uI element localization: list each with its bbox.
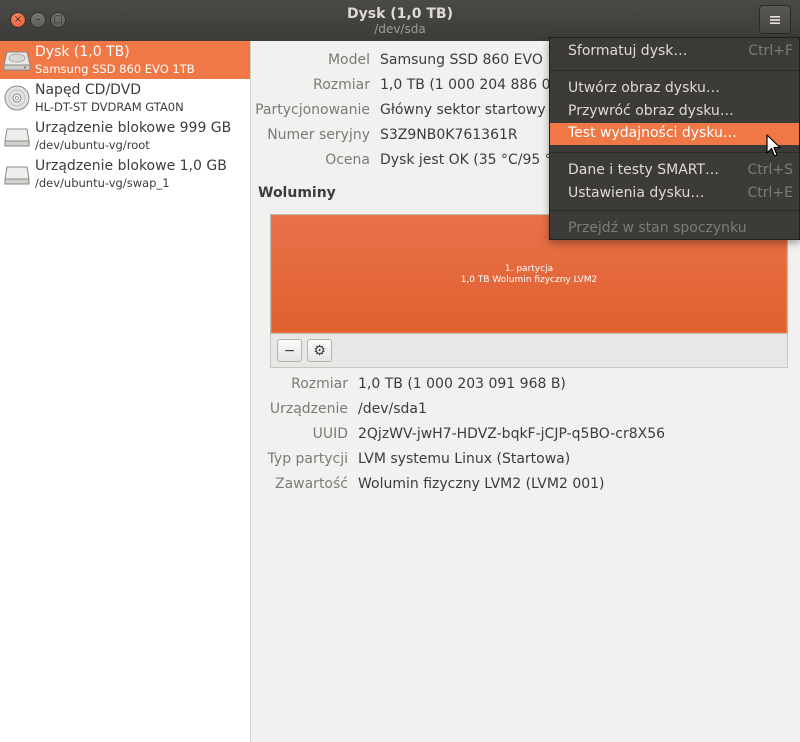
assessment-value: Dysk jest OK (35 °C/95 °F): [380, 152, 566, 168]
block-device-icon: [4, 128, 30, 147]
drive-list: Dysk (1,0 TB) Samsung SSD 860 EVO 1TB Na…: [0, 41, 251, 742]
device-label: Urządzenie: [269, 401, 348, 417]
menu-item-drive-settings[interactable]: Ustawienia dysku… Ctrl+E: [550, 183, 799, 205]
window-title: Dysk (1,0 TB): [347, 6, 453, 22]
assessment-label: Ocena: [325, 152, 370, 168]
partition-type-value: LVM systemu Linux (Startowa): [358, 451, 571, 467]
menu-item-label: Ustawienia dysku…: [568, 185, 705, 201]
drive-item-disk[interactable]: Dysk (1,0 TB) Samsung SSD 860 EVO 1TB: [0, 41, 250, 79]
menu-item-shortcut: Ctrl+E: [747, 185, 794, 201]
drive-description: /dev/ubuntu-vg/swap_1: [35, 176, 170, 190]
drive-item-block-swap[interactable]: Urządzenie blokowe 1,0 GB /dev/ubuntu-vg…: [0, 155, 250, 193]
menu-item-smart[interactable]: Dane i testy SMART… Ctrl+S: [550, 160, 799, 182]
uuid-label: UUID: [312, 426, 348, 442]
menu-item-label: Sformatuj dysk…: [568, 43, 688, 59]
menu-item-standby: Przejdź w stan spoczynku: [550, 218, 799, 240]
partition-size-label: Rozmiar: [291, 376, 348, 392]
menu-item-shortcut: Ctrl+F: [748, 43, 793, 59]
menu-item-label: Przejdź w stan spoczynku: [568, 220, 747, 236]
hamburger-menu-icon: [770, 15, 780, 24]
block-device-icon: [4, 166, 30, 185]
menu-item-label: Test wydajności dysku…: [568, 125, 737, 141]
partition-settings-button[interactable]: ⚙: [307, 339, 332, 362]
drive-description: Samsung SSD 860 EVO 1TB: [35, 62, 195, 76]
serial-label: Numer seryjny: [267, 127, 370, 143]
menu-separator: [550, 210, 799, 211]
device-value: /dev/sda1: [358, 401, 427, 417]
drive-description: HL-DT-ST DVDRAM GTA0N: [35, 100, 184, 114]
menu-item-benchmark[interactable]: Test wydajności dysku…: [550, 123, 799, 145]
gears-icon: ⚙: [313, 342, 326, 359]
drive-description: /dev/ubuntu-vg/root: [35, 138, 150, 152]
drive-item-block-root[interactable]: Urządzenie blokowe 999 GB /dev/ubuntu-vg…: [0, 117, 250, 155]
menu-item-shortcut: Ctrl+S: [747, 162, 793, 178]
drive-name: Napęd CD/DVD: [35, 82, 142, 98]
uuid-value: 2QjzWV-jwH7-HDVZ-bqkF-jCJP-q5BO-cr8X56: [358, 426, 666, 442]
menu-item-label: Utwórz obraz dysku…: [568, 80, 720, 96]
size-label: Rozmiar: [313, 77, 370, 93]
menu-item-label: Przywróć obraz dysku…: [568, 103, 734, 119]
menu-item-label: Dane i testy SMART…: [568, 162, 720, 178]
volumes-heading: Woluminy: [258, 185, 336, 201]
app-menu-button[interactable]: [759, 5, 791, 34]
partitioning-value: Główny sektor startowy: [380, 102, 546, 118]
minus-icon: −: [283, 342, 296, 359]
title-bar: × – □ Dysk (1,0 TB) /dev/sda: [0, 0, 800, 41]
contents-value: Wolumin fizyczny LVM2 (LVM2 001): [358, 476, 605, 492]
drive-name: Urządzenie blokowe 999 GB: [35, 120, 232, 136]
optical-disc-icon: [4, 85, 30, 111]
drive-item-cd-dvd[interactable]: Napęd CD/DVD HL-DT-ST DVDRAM GTA0N: [0, 79, 250, 117]
remove-partition-button[interactable]: −: [277, 339, 302, 362]
serial-value: S3Z9NB0K761361R: [380, 127, 518, 143]
menu-item-restore-image[interactable]: Przywróć obraz dysku…: [550, 101, 799, 123]
disk-menu: Sformatuj dysk… Ctrl+F Utwórz obraz dysk…: [549, 37, 800, 240]
hard-disk-icon: [3, 51, 31, 71]
menu-item-create-image[interactable]: Utwórz obraz dysku…: [550, 78, 799, 100]
partition-title: 1. partycja: [504, 264, 554, 274]
volume-toolbar: − ⚙: [270, 334, 788, 368]
mouse-pointer-icon: [766, 134, 781, 157]
window-subtitle: /dev/sda: [374, 22, 426, 36]
partitioning-label: Partycjonowanie: [255, 102, 370, 118]
contents-label: Zawartość: [274, 476, 348, 492]
menu-separator: [550, 152, 799, 153]
drive-name: Dysk (1,0 TB): [35, 44, 130, 60]
model-value: Samsung SSD 860 EVO 1TB: [380, 52, 575, 68]
partition-type-label: Typ partycji: [267, 451, 348, 467]
model-label: Model: [327, 52, 370, 68]
drive-name: Urządzenie blokowe 1,0 GB: [35, 158, 227, 174]
partition-size-value: 1,0 TB (1 000 203 091 968 B): [358, 376, 566, 392]
menu-item-format-disk[interactable]: Sformatuj dysk… Ctrl+F: [550, 41, 799, 63]
partition-description: 1,0 TB Wolumin fizyczny LVM2: [460, 275, 598, 285]
menu-separator: [550, 70, 799, 71]
